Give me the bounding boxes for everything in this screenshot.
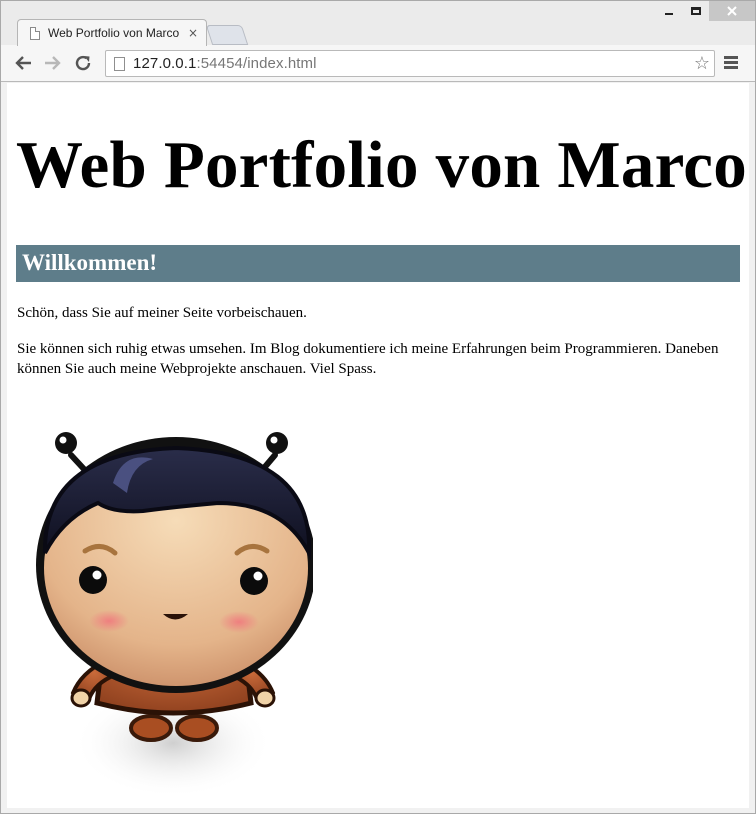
menu-icon[interactable] [724, 56, 738, 70]
maximize-button[interactable] [682, 1, 709, 21]
reload-icon [75, 55, 91, 71]
minimize-icon [664, 13, 673, 15]
tab-title: Web Portfolio von Marco [48, 26, 180, 40]
address-bar[interactable]: 127.0.0.1:54454/index.html ☆ [105, 50, 715, 77]
title-bar: Web Portfolio von Marco × [1, 1, 755, 46]
page-viewport: Web Portfolio von Marco Willkommen! Schö… [7, 83, 749, 808]
url-text: 127.0.0.1:54454/index.html [133, 55, 317, 72]
description-paragraph: Sie können sich ruhig etwas umsehen. Im … [17, 341, 719, 377]
back-arrow-icon [15, 56, 31, 70]
forward-arrow-icon [45, 56, 61, 70]
maximize-icon [690, 7, 701, 15]
browser-window: Web Portfolio von Marco × 127.0.0.1:5445… [0, 0, 756, 814]
star-icon[interactable]: ☆ [694, 53, 710, 74]
welcome-banner: Willkommen! [16, 245, 740, 282]
close-window-button[interactable] [709, 1, 755, 21]
mascot-image [36, 432, 313, 798]
back-button[interactable] [11, 51, 35, 75]
intro-paragraph: Schön, dass Sie auf meiner Seite vorbeis… [17, 305, 307, 321]
reload-button[interactable] [71, 51, 95, 75]
browser-toolbar: 127.0.0.1:54454/index.html ☆ [1, 45, 755, 82]
close-icon [727, 6, 737, 16]
minimize-button[interactable] [655, 1, 682, 21]
window-controls [655, 1, 755, 23]
forward-button[interactable] [41, 51, 65, 75]
tab-active[interactable]: Web Portfolio von Marco × [17, 19, 207, 46]
url-host: 127.0.0.1 [133, 55, 197, 72]
url-path: :54454/index.html [196, 55, 317, 72]
page-title: Web Portfolio von Marco [16, 128, 747, 202]
tab-close-icon[interactable]: × [188, 26, 198, 40]
page-icon [114, 56, 125, 71]
new-tab-button[interactable] [205, 25, 249, 45]
section-heading: Willkommen! [22, 250, 158, 275]
page-file-icon [30, 26, 40, 40]
